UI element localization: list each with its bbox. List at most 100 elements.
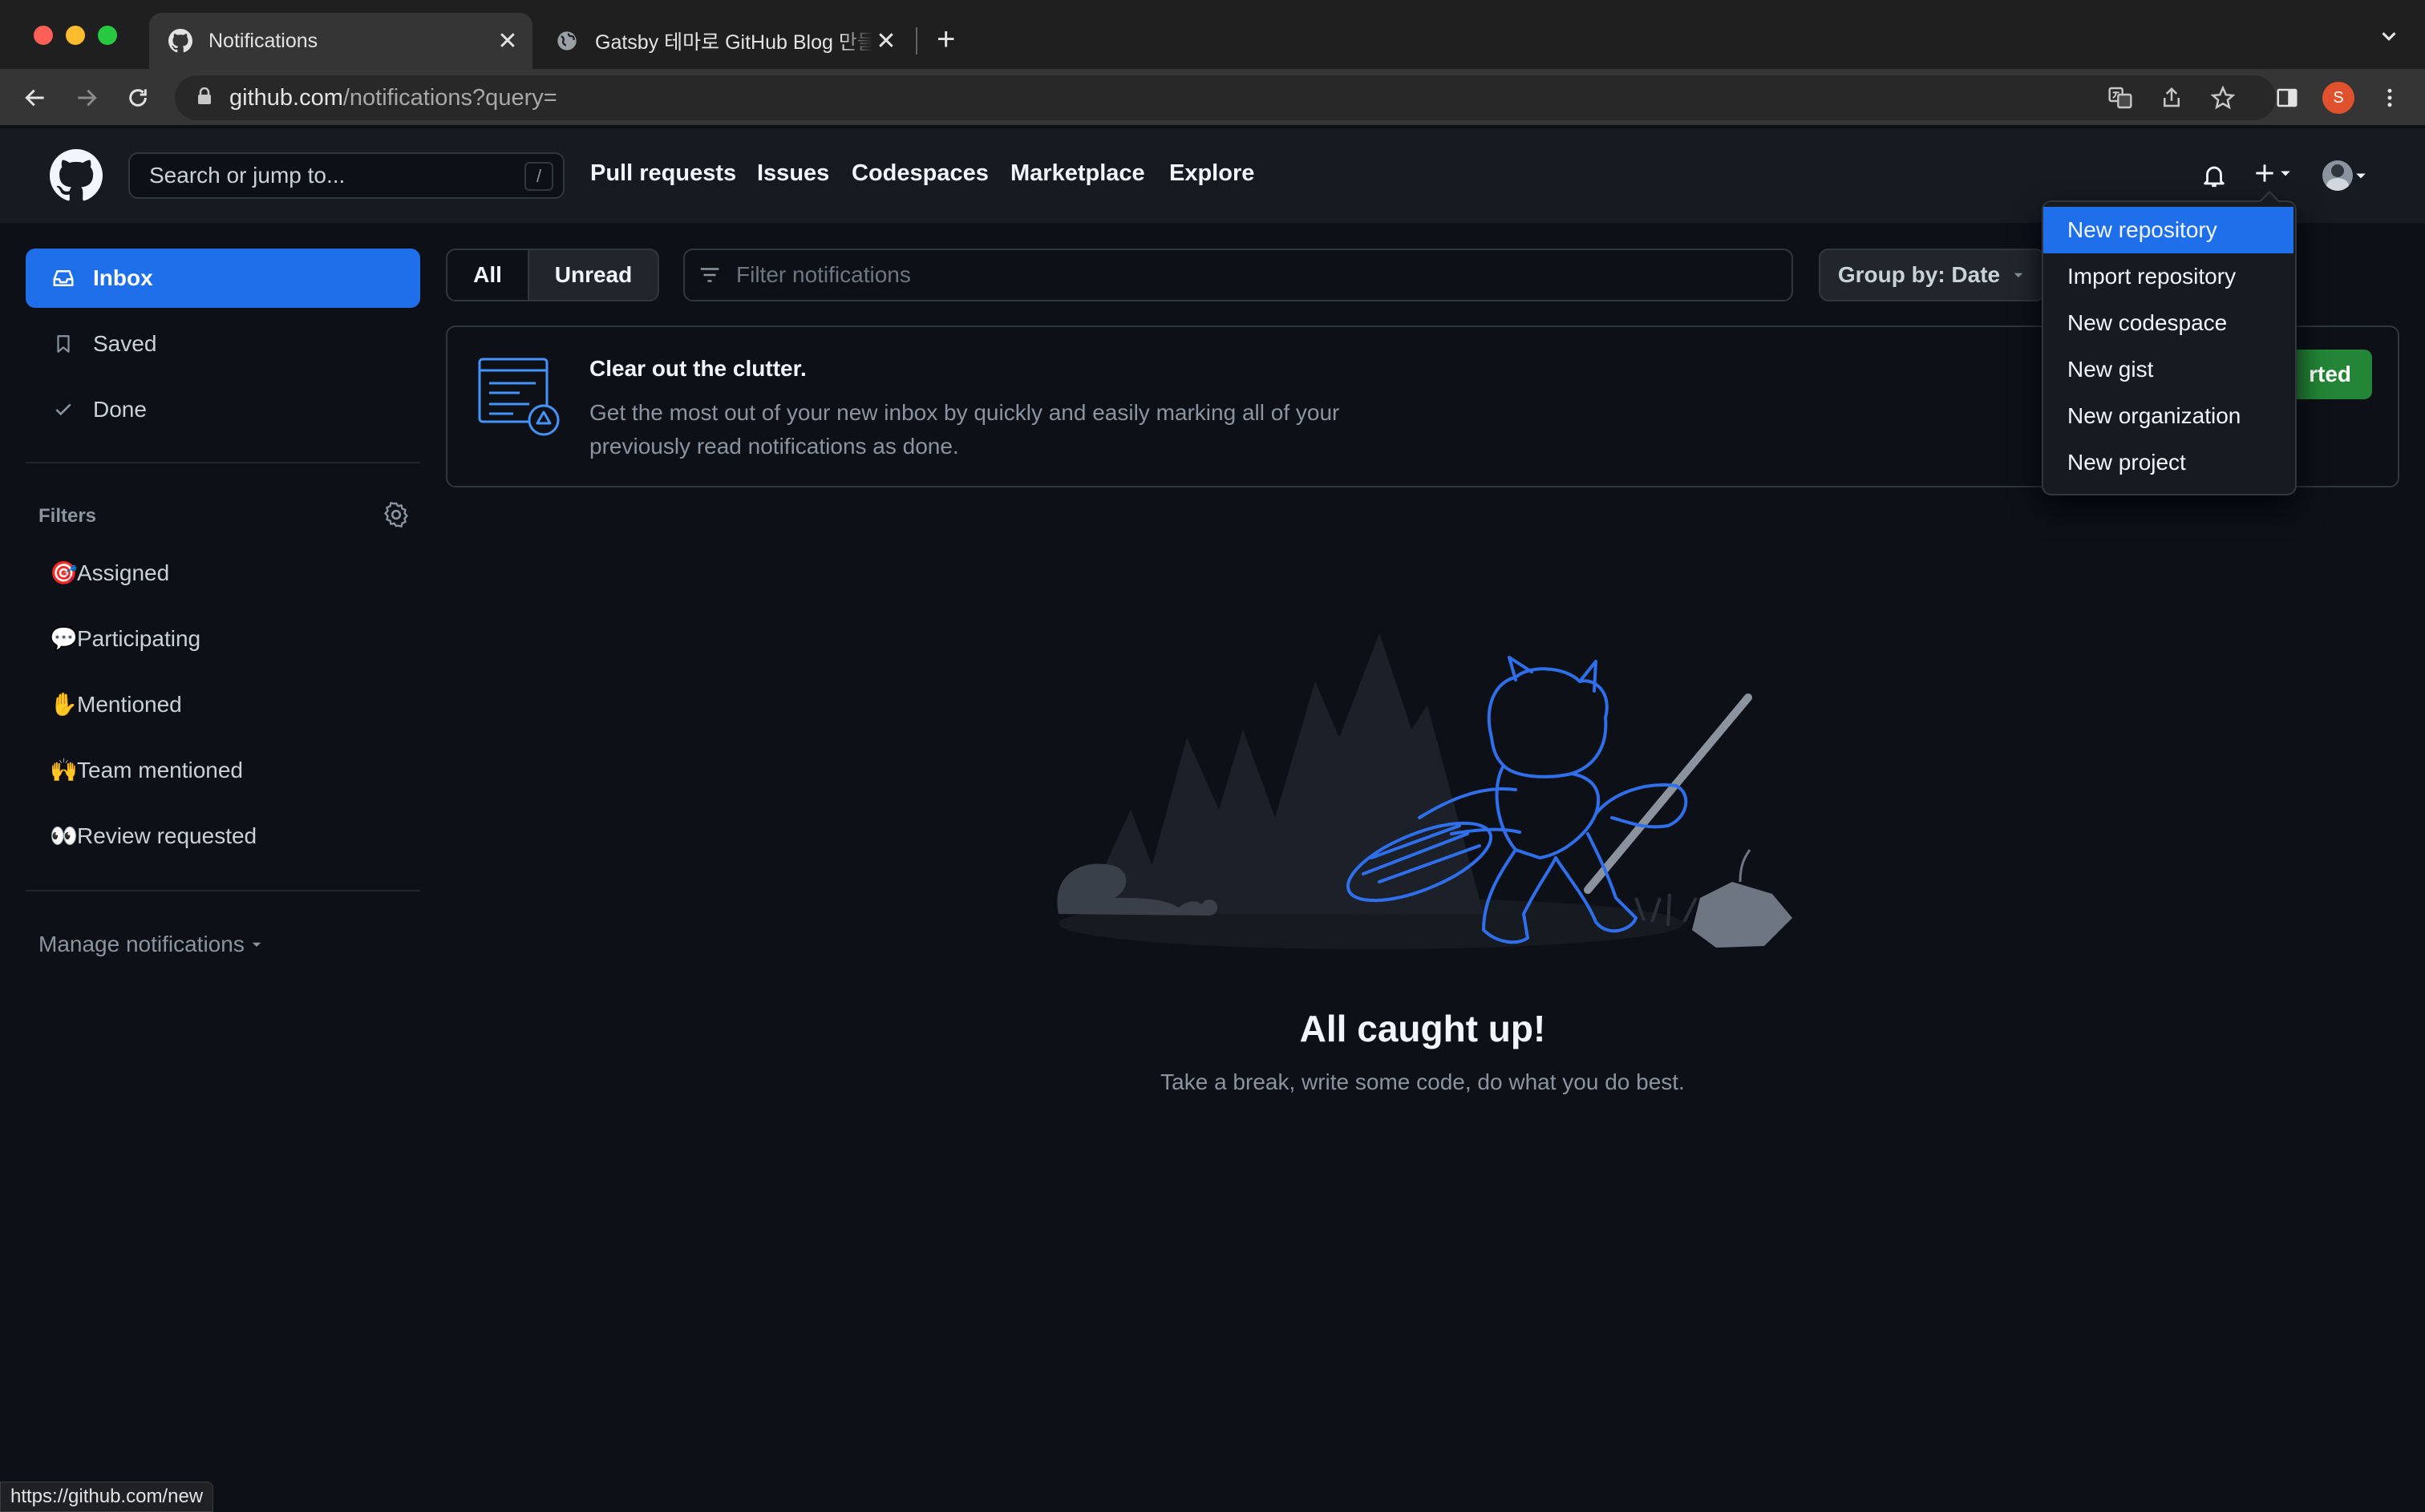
forward-button[interactable] bbox=[69, 80, 104, 115]
segment-all[interactable]: All bbox=[446, 249, 529, 301]
inbox-list-illustration-icon bbox=[478, 358, 563, 442]
nav-pull-requests[interactable]: Pull requests bbox=[590, 160, 736, 187]
raised-hands-icon: 🙌 bbox=[50, 758, 78, 782]
avatar bbox=[2322, 160, 2353, 191]
banner-line-1: Get the most out of your new inbox by qu… bbox=[589, 400, 1340, 425]
minimize-window-button[interactable] bbox=[66, 26, 85, 45]
caret-down-icon bbox=[2014, 273, 2023, 277]
url-path: /notifications?query= bbox=[342, 84, 557, 111]
tab-title: Gatsby 테마로 GitHub Blog 만들기 bbox=[595, 31, 872, 54]
tab-gatsby-blog[interactable]: Gatsby 테마로 GitHub Blog 만들기 ✕ bbox=[536, 13, 911, 69]
nav-explore[interactable]: Explore bbox=[1169, 160, 1254, 187]
octocat-sweeping-illustration bbox=[1034, 617, 1820, 990]
check-icon bbox=[51, 399, 75, 420]
bookmark-star-icon[interactable] bbox=[2205, 80, 2241, 115]
nav-issues[interactable]: Issues bbox=[757, 160, 829, 187]
sidebar-item-saved[interactable]: Saved bbox=[26, 314, 420, 374]
menu-item-new-project[interactable]: New project bbox=[2043, 439, 2293, 486]
filter-icon bbox=[698, 263, 722, 287]
manage-notifications-label: Manage notifications bbox=[38, 932, 245, 956]
filter-settings-gear-icon[interactable] bbox=[382, 500, 411, 533]
raised-hand-icon: ✋ bbox=[50, 692, 78, 717]
tab-notifications[interactable]: Notifications ✕ bbox=[149, 13, 532, 69]
filter-team-mentioned[interactable]: 🙌Team mentioned bbox=[50, 757, 243, 783]
github-icon bbox=[168, 29, 192, 53]
browser-toolbar: github.com/notifications?query= S bbox=[0, 69, 2425, 127]
caret-down-icon bbox=[252, 942, 261, 947]
sidebar-divider bbox=[26, 890, 420, 891]
filter-participating[interactable]: 💬Participating bbox=[50, 625, 200, 652]
globe-icon bbox=[555, 29, 579, 53]
banner-line-2: previously read notifications as done. bbox=[589, 434, 959, 459]
filter-label: Assigned bbox=[77, 560, 170, 585]
filter-mentioned[interactable]: ✋Mentioned bbox=[50, 691, 182, 718]
browser-menu-icon[interactable] bbox=[2372, 80, 2407, 115]
back-button[interactable] bbox=[18, 80, 53, 115]
create-new-button[interactable] bbox=[2252, 160, 2293, 186]
notifications-bell-icon[interactable] bbox=[2200, 162, 2228, 193]
filter-label: Review requested bbox=[77, 823, 257, 848]
search-placeholder: Search or jump to... bbox=[149, 163, 346, 188]
menu-item-import-repository[interactable]: Import repository bbox=[2043, 253, 2293, 300]
sidebar-item-inbox[interactable]: Inbox bbox=[26, 249, 420, 308]
maximize-window-button[interactable] bbox=[98, 26, 117, 45]
close-tab-icon[interactable]: ✕ bbox=[872, 27, 900, 55]
group-by-label: Group by: Date bbox=[1837, 262, 2001, 287]
filter-review-requested[interactable]: 👀Review requested bbox=[50, 823, 257, 849]
menu-item-new-organization[interactable]: New organization bbox=[2043, 393, 2293, 439]
side-panel-icon[interactable] bbox=[2269, 80, 2305, 115]
profile-initial: S bbox=[2322, 82, 2354, 114]
filter-notifications-input[interactable]: Filter notifications bbox=[683, 249, 1793, 301]
caret-down-icon bbox=[2281, 171, 2290, 176]
close-tab-icon[interactable]: ✕ bbox=[494, 27, 521, 55]
empty-state-title: All caught up! bbox=[1299, 1008, 1546, 1049]
caret-down-icon bbox=[2356, 173, 2366, 179]
user-avatar-menu[interactable] bbox=[2322, 160, 2369, 191]
profile-avatar[interactable]: S bbox=[2321, 80, 2356, 115]
plus-icon bbox=[2256, 164, 2273, 182]
sidebar-item-label: Done bbox=[93, 397, 147, 422]
dart-icon: 🎯 bbox=[50, 560, 78, 585]
eyes-icon: 👀 bbox=[50, 823, 78, 848]
sidebar-divider bbox=[26, 462, 420, 463]
new-tab-button[interactable]: + bbox=[937, 19, 955, 59]
lock-icon bbox=[197, 85, 213, 111]
sidebar-item-done[interactable]: Done bbox=[26, 380, 420, 439]
filter-placeholder: Filter notifications bbox=[736, 262, 911, 287]
menu-item-new-repository[interactable]: New repository bbox=[2043, 207, 2293, 253]
sidebar-item-label: Inbox bbox=[93, 265, 153, 290]
close-window-button[interactable] bbox=[34, 26, 53, 45]
group-by-dropdown[interactable]: Group by: Date bbox=[1819, 249, 2045, 301]
filter-label: Participating bbox=[77, 626, 201, 651]
share-icon[interactable] bbox=[2154, 80, 2189, 115]
tab-title: Notifications bbox=[208, 29, 318, 52]
url-host: github.com bbox=[229, 84, 343, 111]
tab-divider bbox=[916, 27, 917, 55]
menu-item-new-gist[interactable]: New gist bbox=[2043, 346, 2293, 393]
sidebar-item-label: Saved bbox=[93, 331, 157, 356]
filter-label: Team mentioned bbox=[77, 758, 244, 782]
browser-tab-bar: Notifications ✕ Gatsby 테마로 GitHub Blog 만… bbox=[0, 0, 2425, 69]
address-bar[interactable]: github.com/notifications?query= bbox=[175, 75, 2276, 120]
segment-unread[interactable]: Unread bbox=[528, 249, 659, 301]
github-logo-icon[interactable] bbox=[50, 149, 103, 206]
tab-list-chevron-icon[interactable] bbox=[2377, 24, 2401, 52]
inbox-icon bbox=[51, 266, 75, 290]
nav-codespaces[interactable]: Codespaces bbox=[852, 160, 989, 187]
filter-assigned[interactable]: 🎯Assigned bbox=[50, 560, 169, 586]
menu-item-new-codespace[interactable]: New codespace bbox=[2043, 300, 2293, 346]
search-input[interactable]: Search or jump to... / bbox=[128, 152, 565, 199]
nav-marketplace[interactable]: Marketplace bbox=[1010, 160, 1145, 187]
reload-button[interactable] bbox=[120, 80, 156, 115]
bookmark-icon bbox=[51, 333, 75, 355]
speech-bubble-icon: 💬 bbox=[50, 626, 78, 651]
translate-icon[interactable] bbox=[2103, 80, 2138, 115]
banner-title: Clear out the clutter. bbox=[589, 356, 807, 381]
empty-state-subtitle: Take a break, write some code, do what y… bbox=[1160, 1069, 1685, 1094]
filters-heading: Filters bbox=[38, 505, 97, 527]
manage-notifications-button[interactable]: Manage notifications bbox=[38, 932, 264, 957]
banner-description: Get the most out of your new inbox by qu… bbox=[589, 396, 1339, 463]
search-shortcut-key: / bbox=[524, 162, 553, 191]
filter-label: Mentioned bbox=[77, 692, 182, 717]
link-status-bar: https://github.com/new bbox=[0, 1482, 214, 1512]
